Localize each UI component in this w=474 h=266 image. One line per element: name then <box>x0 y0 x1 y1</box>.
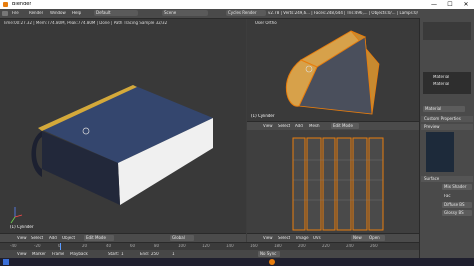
user-mode-selector[interactable]: Edit Mode <box>331 123 359 129</box>
section-preview[interactable]: Preview <box>421 124 473 130</box>
tick-140: 140 <box>226 244 234 248</box>
user-object-label: (1) Cylinder <box>251 114 275 118</box>
tick-40: 40 <box>106 244 112 248</box>
sync-selector[interactable]: No Sync <box>258 251 280 257</box>
orientation-selector[interactable]: Global <box>170 235 194 241</box>
tick-minus-20: -20 <box>34 244 41 248</box>
render-engine-selector[interactable]: Cycles Render <box>226 10 266 16</box>
menu-window[interactable]: Window <box>50 11 66 15</box>
menu-help[interactable]: Help <box>72 11 81 15</box>
user-menu-select[interactable]: Select <box>278 124 290 128</box>
window-titlebar: Blender — ☐ ✕ <box>0 0 474 9</box>
user-menu-add[interactable]: Add <box>295 124 303 128</box>
main-viewport-header: View Select Add Object Edit Mode Global <box>0 233 246 242</box>
section-custom-properties[interactable]: Custom Properties <box>421 116 473 122</box>
material-slots[interactable]: Material Material <box>423 72 471 94</box>
material-slot-2[interactable]: Material <box>433 82 449 86</box>
blender-taskbar-icon[interactable] <box>269 259 275 265</box>
tick-200: 200 <box>298 244 306 248</box>
tick-120: 120 <box>202 244 210 248</box>
uv-editor-header: View Select Image UVs New Open <box>247 233 419 242</box>
user-menu-mesh[interactable]: Mesh <box>309 124 320 128</box>
uv-editor[interactable] <box>247 130 419 233</box>
timeline-menu-playback[interactable]: Playback <box>70 252 88 256</box>
scene-stats: v2.78 | Verts:249,6... | Faces:248,644 |… <box>268 11 418 15</box>
window-title: Blender <box>12 2 32 7</box>
close-button[interactable]: ✕ <box>458 0 474 9</box>
tick-220: 220 <box>322 244 330 248</box>
surface-shader-field[interactable]: Mix Shader <box>442 184 472 190</box>
main-menu-add[interactable]: Add <box>49 236 57 240</box>
end-frame-label: End: <box>140 252 149 256</box>
info-header: File Render Window Help Default Scene Cy… <box>0 9 474 19</box>
tick-20: 20 <box>82 244 88 248</box>
menu-render[interactable]: Render <box>29 11 43 15</box>
object-label: (1) Cylinder <box>10 225 34 229</box>
os-taskbar <box>0 258 474 266</box>
menu-file[interactable]: File <box>12 11 19 15</box>
main-3d-viewport[interactable]: Time:00:27.32 | Mem:774.80M, Peak:774.80… <box>0 19 246 233</box>
fac-label: Fac <box>444 194 451 198</box>
timeline: -40 -20 0 20 40 60 80 100 120 140 160 18… <box>0 242 419 259</box>
layout-selector[interactable]: Default <box>94 10 138 16</box>
start-frame-field[interactable]: 1 <box>121 252 124 256</box>
timeline-menu-view[interactable]: View <box>17 252 27 256</box>
book-model <box>10 85 213 224</box>
minimize-button[interactable]: — <box>426 0 442 9</box>
user-ortho-viewport[interactable]: User Ortho (1) Cylinder <box>247 19 419 121</box>
tick-80: 80 <box>154 244 160 248</box>
tick-160: 160 <box>250 244 258 248</box>
tick-60: 60 <box>130 244 136 248</box>
blender-logo-icon <box>3 2 8 7</box>
axis-gizmo <box>10 207 23 224</box>
book-spine-curve <box>31 131 42 177</box>
maximize-button[interactable]: ☐ <box>442 0 458 9</box>
timeline-menu-frame[interactable]: Frame <box>52 252 64 256</box>
tick-180: 180 <box>274 244 282 248</box>
uv-menu-uvs[interactable]: UVs <box>313 236 321 240</box>
uv-menu-view[interactable]: View <box>263 236 273 240</box>
material-slot-1[interactable]: Material <box>433 75 449 79</box>
user-menu-view[interactable]: View <box>263 124 273 128</box>
uv-menu-image[interactable]: Image <box>296 236 309 240</box>
diffuse-shader-field[interactable]: Diffuse BS <box>442 202 472 208</box>
scene-selector[interactable]: Scene <box>162 10 208 16</box>
main-menu-object[interactable]: Object <box>62 236 75 240</box>
material-name-field[interactable]: Material <box>423 106 465 112</box>
playhead[interactable] <box>60 243 61 250</box>
tick-minus-40: -40 <box>10 244 17 248</box>
uv-layout <box>292 137 384 231</box>
properties-tabs[interactable] <box>423 22 471 40</box>
material-preview-image <box>426 132 454 172</box>
main-menu-select[interactable]: Select <box>31 236 43 240</box>
section-surface[interactable]: Surface <box>421 176 473 182</box>
tick-260: 260 <box>370 244 378 248</box>
properties-panel: Material Material Material Custom Proper… <box>419 18 474 258</box>
start-button-icon[interactable] <box>3 259 9 265</box>
editor-type-icon[interactable] <box>2 11 8 16</box>
tick-100: 100 <box>178 244 186 248</box>
current-frame-field[interactable]: 1 <box>172 252 175 256</box>
timeline-menu-marker[interactable]: Marker <box>32 252 46 256</box>
end-frame-field[interactable]: 250 <box>151 252 159 256</box>
main-menu-view[interactable]: View <box>17 236 27 240</box>
open-image-button[interactable]: Open <box>367 235 385 241</box>
book-model-selected <box>285 30 380 115</box>
tick-240: 240 <box>346 244 354 248</box>
uv-menu-select[interactable]: Select <box>278 236 290 240</box>
glossy-shader-field[interactable]: Glossy BS <box>442 210 472 216</box>
mode-selector[interactable]: Edit Mode <box>84 235 114 241</box>
start-frame-label: Start: <box>108 252 120 256</box>
user-viewport-header: View Select Add Mesh Edit Mode <box>247 121 419 130</box>
